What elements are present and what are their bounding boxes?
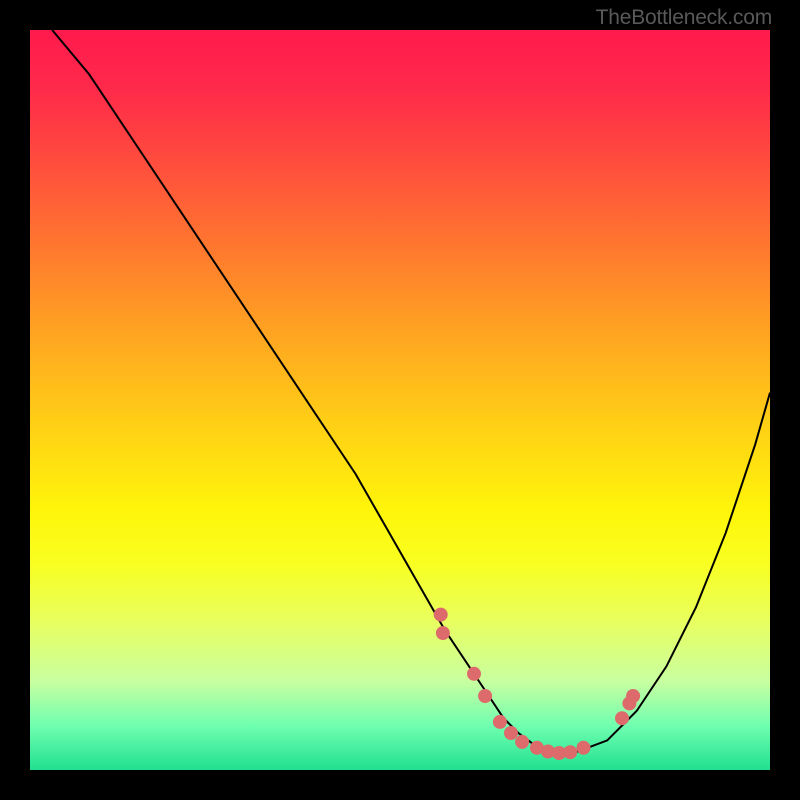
data-dot bbox=[577, 741, 591, 755]
chart-frame: TheBottleneck.com bbox=[0, 0, 800, 800]
data-dot bbox=[478, 689, 492, 703]
data-dot bbox=[563, 745, 577, 759]
watermark-text: TheBottleneck.com bbox=[596, 6, 772, 30]
data-dot bbox=[504, 726, 518, 740]
data-dot bbox=[436, 626, 450, 640]
data-dot bbox=[493, 715, 507, 729]
data-dot bbox=[434, 608, 448, 622]
data-dot bbox=[615, 711, 629, 725]
curve-svg bbox=[30, 30, 770, 770]
plot-area bbox=[30, 30, 770, 770]
data-dot bbox=[626, 689, 640, 703]
bottleneck-curve bbox=[52, 30, 770, 755]
data-dot bbox=[515, 735, 529, 749]
data-dot bbox=[467, 667, 481, 681]
